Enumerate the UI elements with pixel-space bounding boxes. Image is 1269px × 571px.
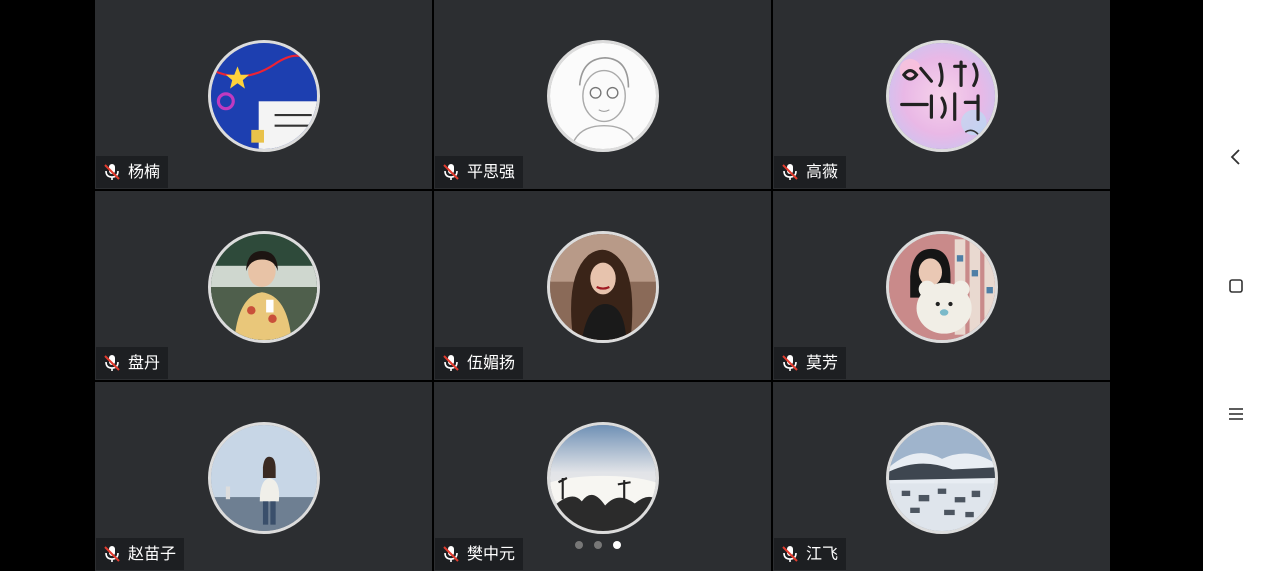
participant-name: 盘丹 (128, 353, 161, 372)
avatar (885, 231, 998, 343)
avatar (885, 40, 998, 152)
participant-tile[interactable]: 伍媚扬 (434, 191, 771, 380)
name-badge: 高薇 (774, 156, 847, 188)
page-indicator[interactable] (575, 541, 621, 549)
avatar-sketch-image (549, 43, 656, 149)
name-badge: 樊中元 (435, 538, 524, 570)
system-navigation-bar (1203, 0, 1269, 571)
page-dot[interactable] (594, 541, 602, 549)
home-icon (1229, 279, 1243, 293)
page-dot-active[interactable] (613, 541, 621, 549)
home-button[interactable] (1223, 273, 1249, 299)
participant-name: 江飞 (806, 544, 839, 563)
name-badge: 赵苗子 (96, 538, 185, 570)
participant-tile[interactable]: 高薇 (773, 0, 1110, 189)
participant-name: 高薇 (806, 162, 839, 181)
avatar-photo-image (549, 234, 656, 340)
avatar (546, 40, 659, 152)
name-badge: 莫芳 (774, 347, 847, 379)
mic-muted-icon (782, 164, 798, 180)
avatar-calligraphy-image (888, 43, 995, 149)
participant-tile[interactable]: 平思强 (434, 0, 771, 189)
avatar (546, 231, 659, 343)
avatar-cartoon-image (210, 43, 317, 149)
back-button[interactable] (1223, 144, 1249, 170)
participant-name: 平思强 (467, 162, 516, 181)
mic-muted-icon (104, 164, 120, 180)
participant-tile[interactable]: 杨楠 (95, 0, 432, 189)
participant-name: 赵苗子 (128, 544, 177, 563)
avatar (207, 40, 320, 152)
avatar-photo-image (210, 234, 317, 340)
menu-button[interactable] (1223, 401, 1249, 427)
mic-muted-icon (104, 546, 120, 562)
menu-icon (1229, 408, 1243, 420)
name-badge: 江飞 (774, 538, 847, 570)
mic-muted-icon (782, 355, 798, 371)
participant-tile[interactable]: 莫芳 (773, 191, 1110, 380)
avatar (885, 422, 998, 534)
mic-muted-icon (443, 164, 459, 180)
mic-muted-icon (104, 355, 120, 371)
participant-name: 樊中元 (467, 544, 516, 563)
mic-muted-icon (443, 355, 459, 371)
avatar-photo-image (888, 234, 995, 340)
participant-tile[interactable]: 盘丹 (95, 191, 432, 380)
participant-tile[interactable]: 江飞 (773, 382, 1110, 571)
name-badge: 杨楠 (96, 156, 169, 188)
name-badge: 盘丹 (96, 347, 169, 379)
avatar (207, 231, 320, 343)
avatar-photo-image (549, 425, 656, 531)
name-badge: 平思强 (435, 156, 524, 188)
back-icon (1230, 149, 1240, 165)
page-dot[interactable] (575, 541, 583, 549)
video-stage: 杨楠 平思强 高薇 盘丹 伍媚扬 莫芳 赵苗子 樊中元 江飞 (0, 0, 1203, 571)
participant-name: 杨楠 (128, 162, 161, 181)
avatar (546, 422, 659, 534)
mic-muted-icon (443, 546, 459, 562)
name-badge: 伍媚扬 (435, 347, 524, 379)
participant-name: 伍媚扬 (467, 353, 516, 372)
avatar (207, 422, 320, 534)
participant-name: 莫芳 (806, 353, 839, 372)
participant-grid: 杨楠 平思强 高薇 盘丹 伍媚扬 莫芳 赵苗子 樊中元 江飞 (95, 0, 1110, 571)
avatar-photo-image (888, 425, 995, 531)
avatar-photo-image (210, 425, 317, 531)
mic-muted-icon (782, 546, 798, 562)
participant-tile[interactable]: 赵苗子 (95, 382, 432, 571)
